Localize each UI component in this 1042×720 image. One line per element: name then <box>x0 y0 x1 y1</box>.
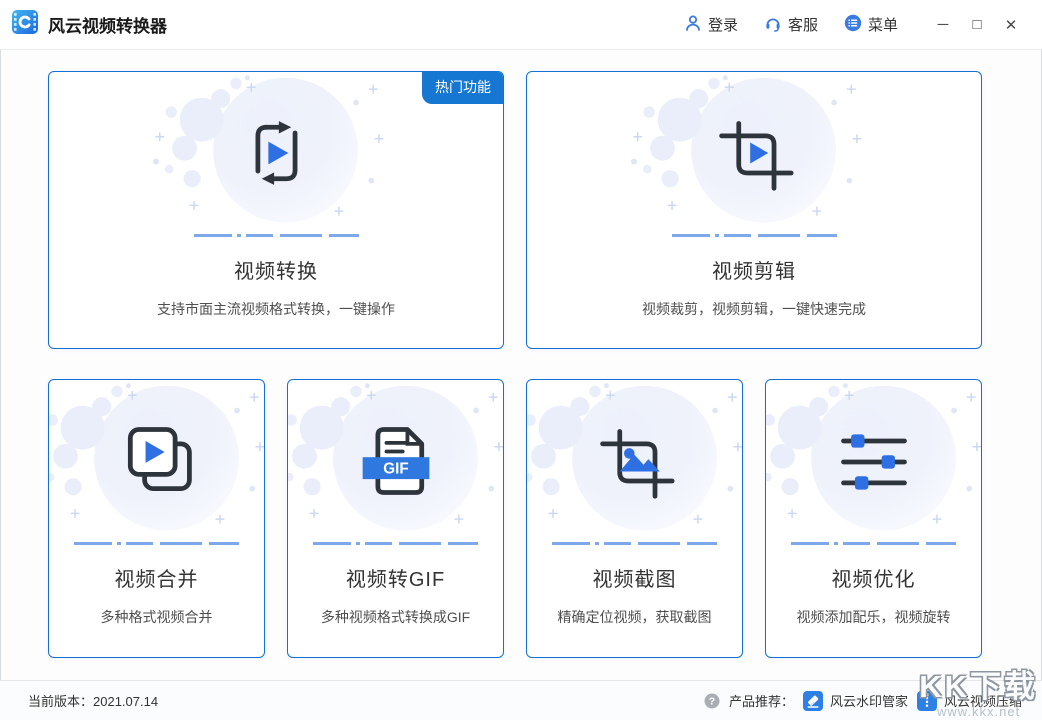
card-title: 视频优化 <box>832 563 916 592</box>
card-video-convert[interactable]: 热门功能 <box>48 71 504 349</box>
card-video-to-gif[interactable]: GIF 视频转GIF 多种视频格式转换成GIF <box>287 379 504 658</box>
promo-item-label: 风云水印管家 <box>830 691 908 710</box>
help-icon: ? <box>704 693 720 709</box>
maximize-button[interactable]: □ <box>960 16 994 33</box>
minimize-button[interactable]: ─ <box>926 16 960 33</box>
dash-divider <box>313 542 478 545</box>
card-subtitle: 多种视频格式转换成GIF <box>321 607 470 627</box>
app-logo-icon <box>12 10 38 39</box>
card-art <box>527 72 981 234</box>
card-video-edit[interactable]: 视频剪辑 视频裁剪，视频剪辑，一键快速完成 <box>526 71 982 349</box>
sliders-icon <box>843 434 904 489</box>
menu-button[interactable]: 菜单 <box>844 14 898 36</box>
card-subtitle: 精确定位视频，获取截图 <box>558 607 712 627</box>
compress-app-icon <box>917 691 937 711</box>
close-button[interactable]: ✕ <box>994 16 1028 34</box>
hot-feature-badge: 热门功能 <box>422 71 504 104</box>
watermark-app-icon <box>803 691 823 711</box>
promo-video-compress[interactable]: 风云视频压缩 <box>917 691 1022 711</box>
promo-label: 产品推荐： <box>729 691 794 710</box>
menu-label: 菜单 <box>868 14 898 35</box>
app-title: 风云视频转换器 <box>48 12 167 37</box>
headset-icon <box>764 14 782 36</box>
dash-divider <box>552 542 717 545</box>
menu-icon <box>844 14 862 36</box>
user-icon <box>684 14 702 36</box>
promo-item-label: 风云视频压缩 <box>944 691 1022 710</box>
card-title: 视频截图 <box>593 563 677 592</box>
card-video-optimize[interactable]: 视频优化 视频添加配乐，视频旋转 <box>765 379 982 658</box>
feature-grid: 热门功能 <box>0 50 1042 658</box>
card-subtitle: 支持市面主流视频格式转换，一键操作 <box>157 299 395 319</box>
dash-divider <box>672 234 837 237</box>
dash-divider <box>791 542 956 545</box>
card-art <box>766 380 981 542</box>
card-art: GIF <box>288 380 503 542</box>
service-label: 客服 <box>788 14 818 35</box>
svg-text:GIF: GIF <box>383 460 408 477</box>
svg-text:?: ? <box>709 695 715 707</box>
titlebar: 风云视频转换器 登录 客服 <box>0 0 1042 50</box>
card-title: 视频转换 <box>234 255 318 284</box>
login-button[interactable]: 登录 <box>684 14 738 36</box>
card-video-snapshot[interactable]: 视频截图 精确定位视频，获取截图 <box>526 379 743 658</box>
card-video-merge[interactable]: 视频合并 多种格式视频合并 <box>48 379 265 658</box>
card-title: 视频转GIF <box>346 563 445 592</box>
card-subtitle: 视频添加配乐，视频旋转 <box>797 607 951 627</box>
customer-service-button[interactable]: 客服 <box>764 14 818 36</box>
card-art <box>527 380 742 542</box>
statusbar: 当前版本：2021.07.14 ? 产品推荐： 风云水印管家 <box>0 680 1042 720</box>
card-subtitle: 视频裁剪，视频剪辑，一键快速完成 <box>642 299 866 319</box>
dash-divider <box>194 234 359 237</box>
card-title: 视频合并 <box>115 563 199 592</box>
card-title: 视频剪辑 <box>712 255 796 284</box>
promo-watermark-manager[interactable]: 风云水印管家 <box>803 691 908 711</box>
card-subtitle: 多种格式视频合并 <box>101 607 213 627</box>
version-label: 当前版本：2021.07.14 <box>28 691 158 710</box>
login-label: 登录 <box>708 14 738 35</box>
card-art <box>49 380 264 542</box>
dash-divider <box>74 542 239 545</box>
